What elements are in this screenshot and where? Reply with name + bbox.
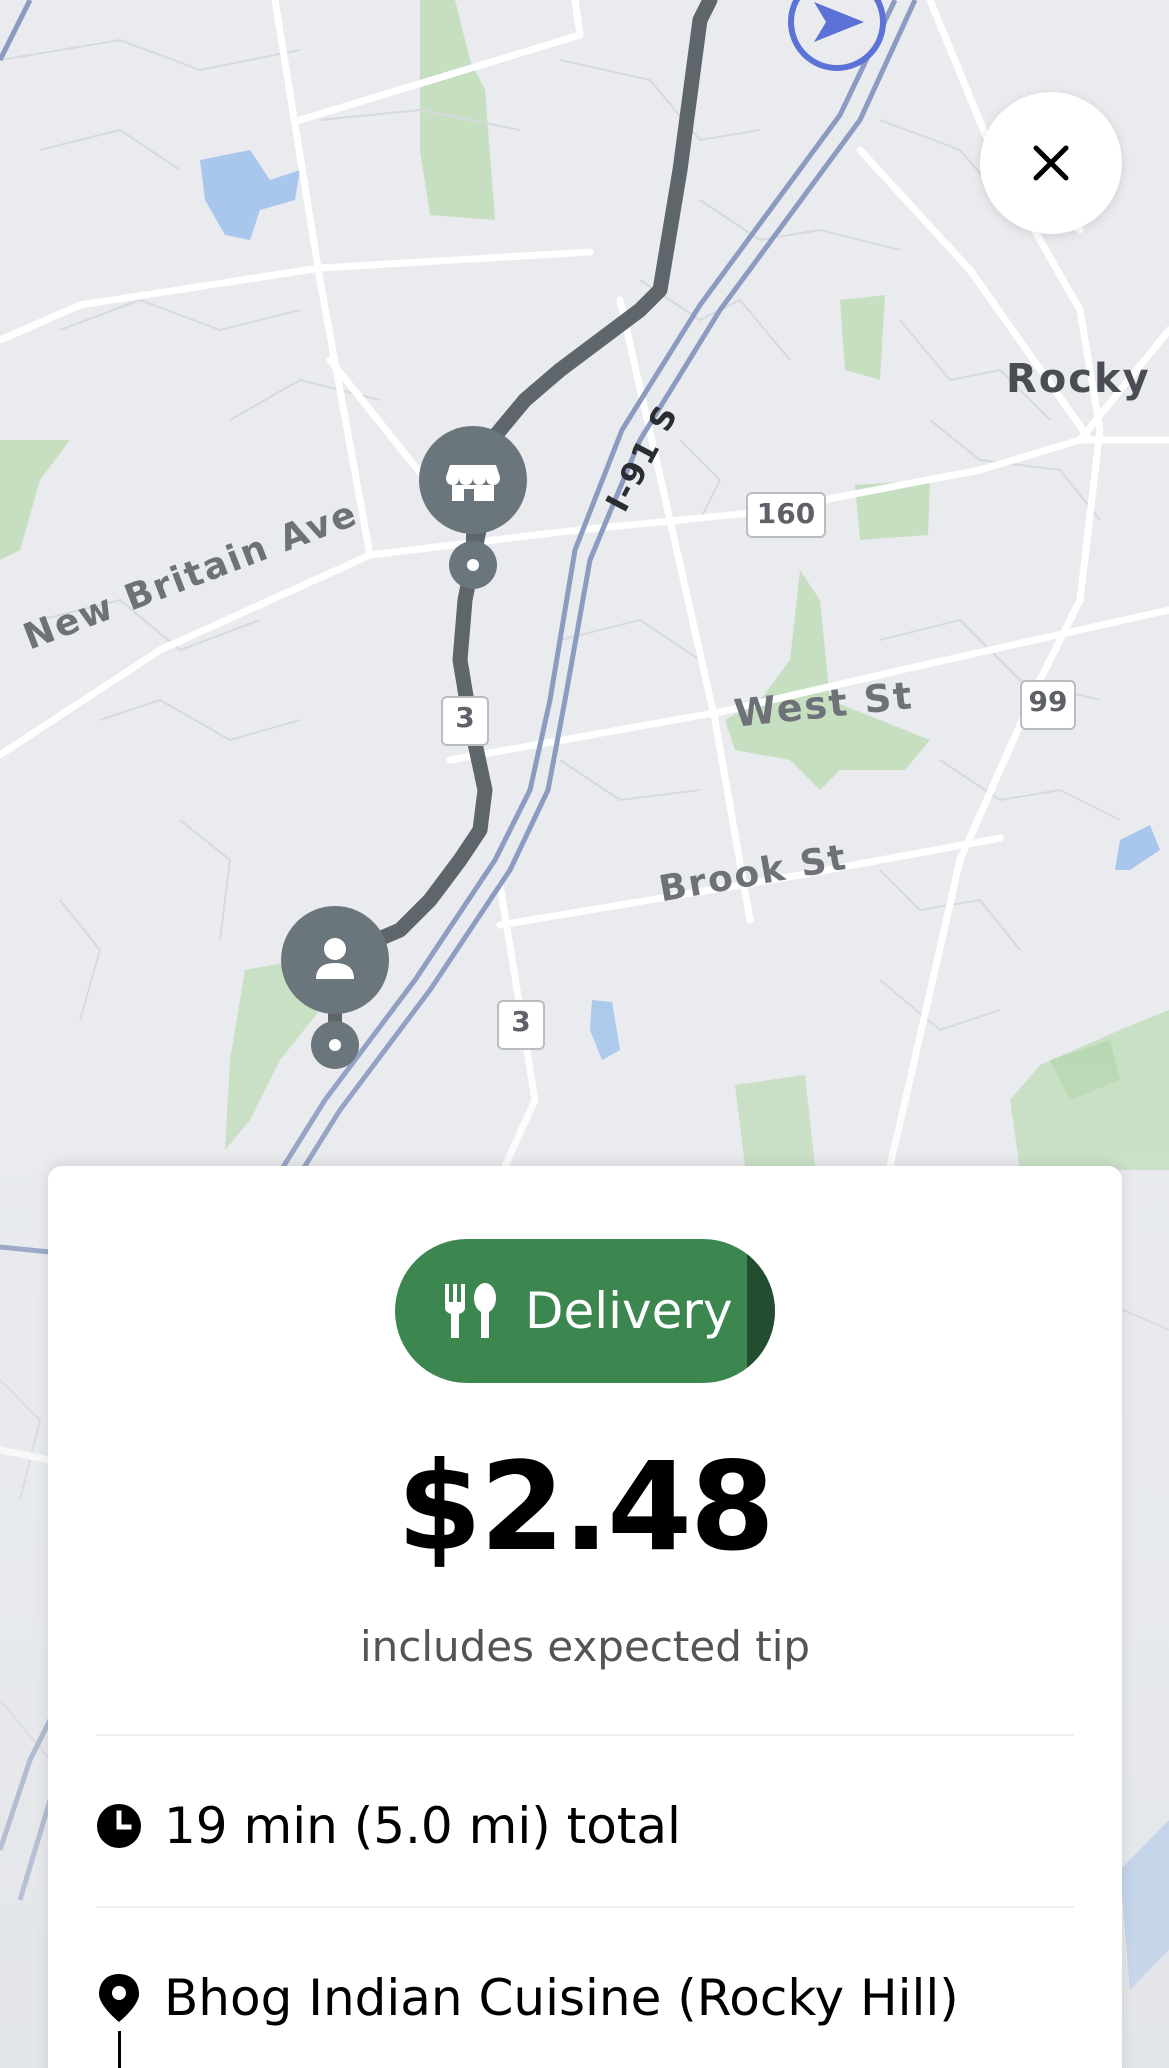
clock-icon bbox=[97, 1804, 141, 1848]
navigation-arrow-icon bbox=[788, 0, 886, 71]
route-badge-99: 99 bbox=[1020, 680, 1076, 730]
location-pin-icon bbox=[99, 1974, 139, 2022]
offer-sheet: Delivery $2.48 includes expected tip 19 … bbox=[48, 1166, 1122, 2068]
fork-spoon-icon bbox=[445, 1283, 496, 1338]
divider bbox=[96, 1734, 1074, 1736]
stop-connector-line bbox=[118, 2031, 121, 2068]
delivery-type-label: Delivery bbox=[525, 1282, 733, 1340]
trip-summary-text: 19 min (5.0 mi) total bbox=[164, 1797, 681, 1855]
close-icon bbox=[1033, 145, 1069, 181]
close-button[interactable] bbox=[980, 92, 1122, 234]
delivery-type-pill[interactable]: Delivery bbox=[395, 1239, 775, 1383]
pickup-row: Bhog Indian Cuisine (Rocky Hill) bbox=[96, 1958, 959, 2038]
route-badge-3-top: 3 bbox=[441, 696, 489, 746]
store-icon[interactable] bbox=[418, 425, 528, 595]
divider bbox=[96, 1906, 1074, 1908]
offer-price: $2.48 bbox=[397, 1436, 775, 1578]
map-label-rocky-hill: Rocky bbox=[1006, 356, 1151, 402]
trip-summary-row: 19 min (5.0 mi) total bbox=[96, 1786, 681, 1866]
pickup-restaurant-name: Bhog Indian Cuisine (Rocky Hill) bbox=[164, 1969, 959, 2027]
route-badge-160: 160 bbox=[746, 492, 826, 538]
route-badge-3-bottom: 3 bbox=[497, 1000, 545, 1050]
person-icon[interactable] bbox=[280, 905, 390, 1075]
price-note: includes expected tip bbox=[359, 1622, 811, 1671]
pill-progress-edge bbox=[747, 1239, 775, 1383]
